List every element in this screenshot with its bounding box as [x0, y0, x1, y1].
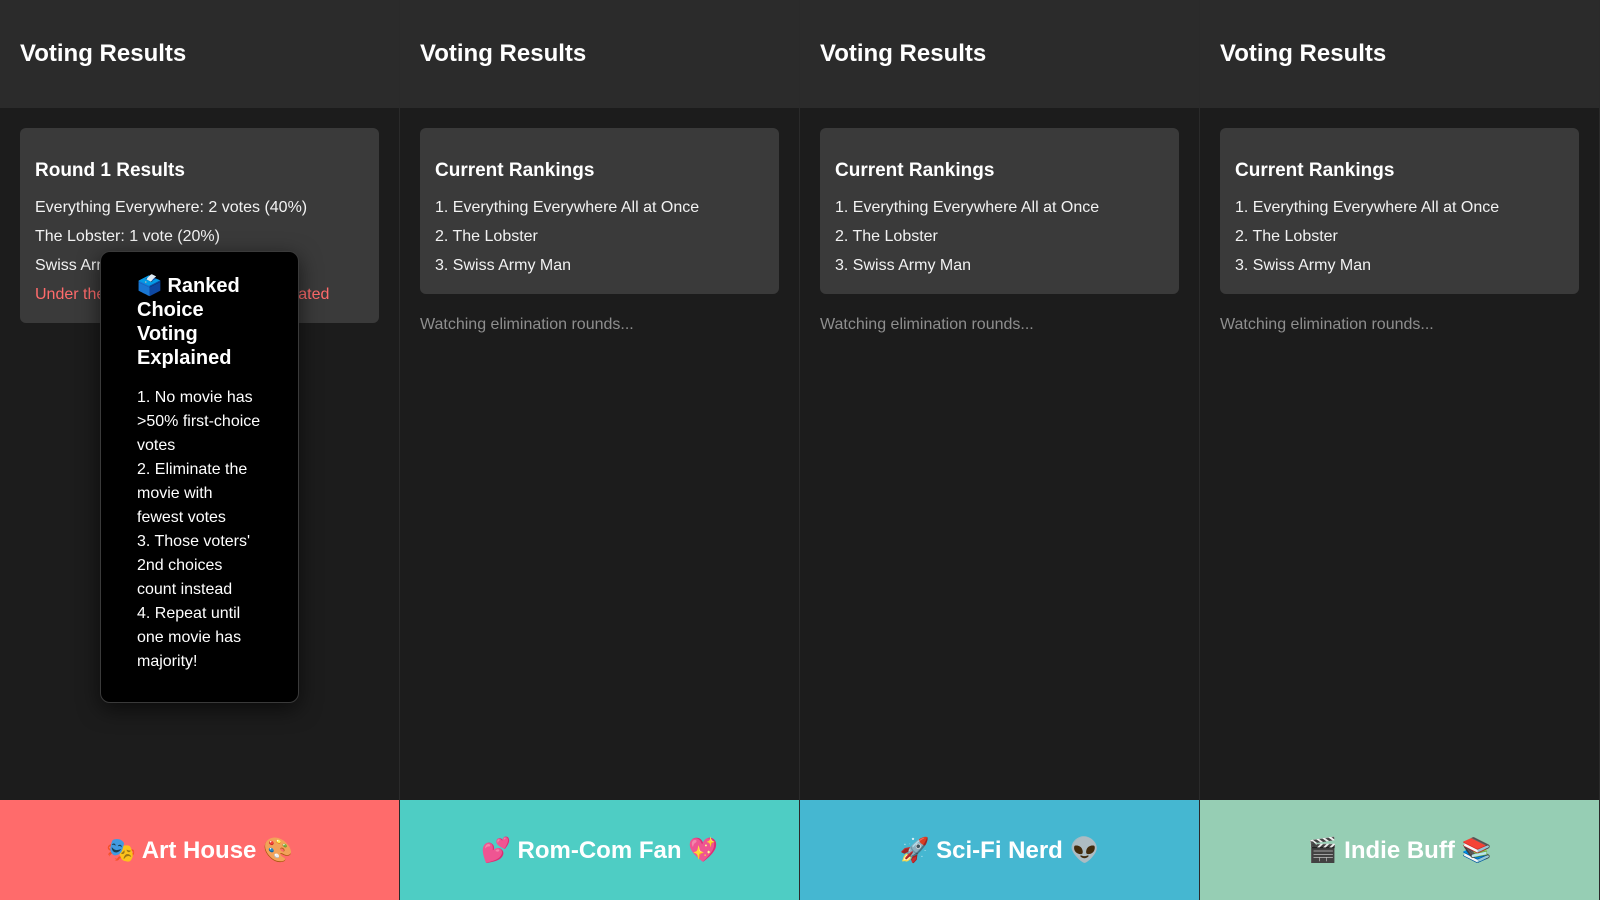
voting-app: Voting Results Round 1 Results Everythin…	[0, 0, 1600, 900]
panel-body: Current Rankings 1. Everything Everywher…	[400, 108, 799, 354]
card-title: Current Rankings	[435, 160, 595, 181]
ranking-line: 3. Swiss Army Man	[435, 256, 572, 274]
tooltip-title: 🗳️ Ranked Choice Voting Explained	[137, 275, 240, 369]
player-tab-rom-com-fan[interactable]: 💕 Rom-Com Fan 💖	[400, 800, 799, 900]
rankings-card: Current Rankings 1. Everything Everywher…	[820, 128, 1179, 294]
player-tab-indie-buff[interactable]: 🎬 Indie Buff 📚	[1200, 800, 1599, 900]
rcv-explainer-tooltip: 🗳️ Ranked Choice Voting Explained 1. No …	[100, 251, 299, 703]
ranking-line: 2. The Lobster	[1235, 227, 1338, 245]
tooltip-step: 2. Eliminate the movie with fewest votes	[137, 461, 248, 526]
result-line: Everything Everywhere: 2 votes (40%)	[35, 198, 308, 216]
ranking-line: 3. Swiss Army Man	[835, 256, 972, 274]
player-tab-sci-fi-nerd[interactable]: 🚀 Sci-Fi Nerd 👽	[800, 800, 1199, 900]
panel-title: Voting Results	[1220, 40, 1387, 67]
ranking-line: 1. Everything Everywhere All at Once	[835, 198, 1100, 216]
ranking-line: 1. Everything Everywhere All at Once	[435, 198, 700, 216]
card-title: Current Rankings	[1235, 160, 1395, 181]
status-text: Watching elimination rounds...	[820, 315, 1034, 333]
card-title: Round 1 Results	[35, 160, 185, 181]
panel-indie-buff: Voting Results Current Rankings 1. Every…	[1200, 0, 1600, 900]
panel-title: Voting Results	[820, 40, 987, 67]
status-text: Watching elimination rounds...	[1220, 315, 1434, 333]
rankings-card: Current Rankings 1. Everything Everywher…	[420, 128, 779, 294]
panel-title: Voting Results	[420, 40, 587, 67]
ranking-line: 2. The Lobster	[435, 227, 538, 245]
tooltip-step: 3. Those voters' 2nd choices count inste…	[137, 533, 251, 598]
panel-title: Voting Results	[20, 40, 187, 67]
panel-header: Voting Results	[0, 0, 399, 108]
tooltip-step: 1. No movie has >50% first-choice votes	[137, 389, 261, 454]
panel-header: Voting Results	[1200, 0, 1599, 108]
ranking-line: 3. Swiss Army Man	[1235, 256, 1372, 274]
status-text: Watching elimination rounds...	[420, 315, 634, 333]
card-title: Current Rankings	[835, 160, 995, 181]
panel-header: Voting Results	[800, 0, 1199, 108]
result-line: The Lobster: 1 vote (20%)	[35, 227, 220, 245]
panel-body: Current Rankings 1. Everything Everywher…	[1200, 108, 1599, 354]
panel-rom-com-fan: Voting Results Current Rankings 1. Every…	[400, 0, 800, 900]
tooltip-step: 4. Repeat until one movie has majority!	[137, 605, 242, 670]
rankings-card: Current Rankings 1. Everything Everywher…	[1220, 128, 1579, 294]
ranking-line: 1. Everything Everywhere All at Once	[1235, 198, 1500, 216]
panel-header: Voting Results	[400, 0, 799, 108]
panel-body: Current Rankings 1. Everything Everywher…	[800, 108, 1199, 354]
panel-sci-fi-nerd: Voting Results Current Rankings 1. Every…	[800, 0, 1200, 900]
ranking-line: 2. The Lobster	[835, 227, 938, 245]
player-tab-art-house[interactable]: 🎭 Art House 🎨	[0, 800, 399, 900]
